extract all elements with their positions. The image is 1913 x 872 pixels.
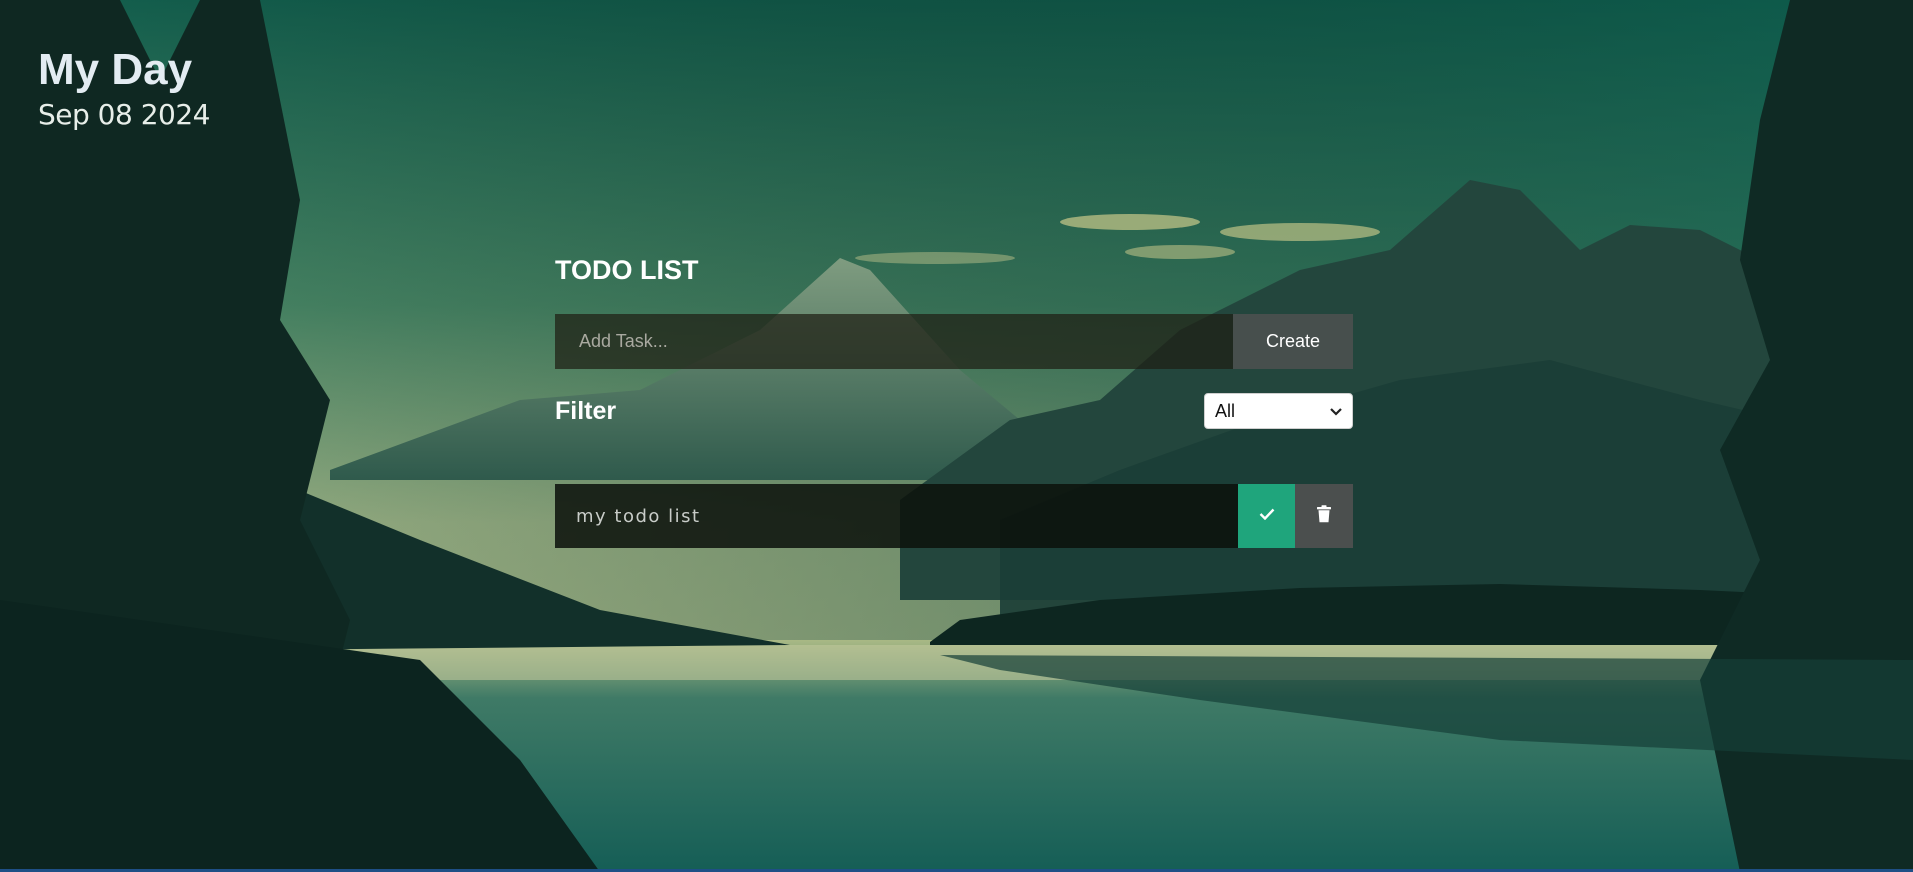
day-header: My Day Sep 08 2024	[38, 44, 210, 131]
create-button[interactable]: Create	[1233, 314, 1353, 369]
chevron-down-icon	[1330, 403, 1342, 419]
filter-label: Filter	[555, 396, 617, 425]
trash-icon	[1316, 504, 1332, 528]
add-task-row: Create	[555, 314, 1353, 369]
add-task-input[interactable]	[555, 314, 1233, 369]
check-icon	[1259, 507, 1275, 525]
current-date: Sep 08 2024	[38, 98, 210, 131]
filter-selected-value: All	[1215, 400, 1236, 421]
todo-panel: TODO LIST Create Filter All my todo list	[555, 252, 1353, 564]
todo-title: TODO LIST	[555, 255, 699, 285]
complete-task-button[interactable]	[1238, 484, 1295, 548]
task-item: my todo list	[555, 484, 1353, 548]
task-list: my todo list	[555, 484, 1353, 548]
filter-row: Filter All	[555, 393, 1353, 429]
filter-select[interactable]: All	[1204, 393, 1353, 429]
delete-task-button[interactable]	[1295, 484, 1353, 548]
task-text: my todo list	[555, 484, 1238, 548]
page-title: My Day	[38, 45, 193, 94]
